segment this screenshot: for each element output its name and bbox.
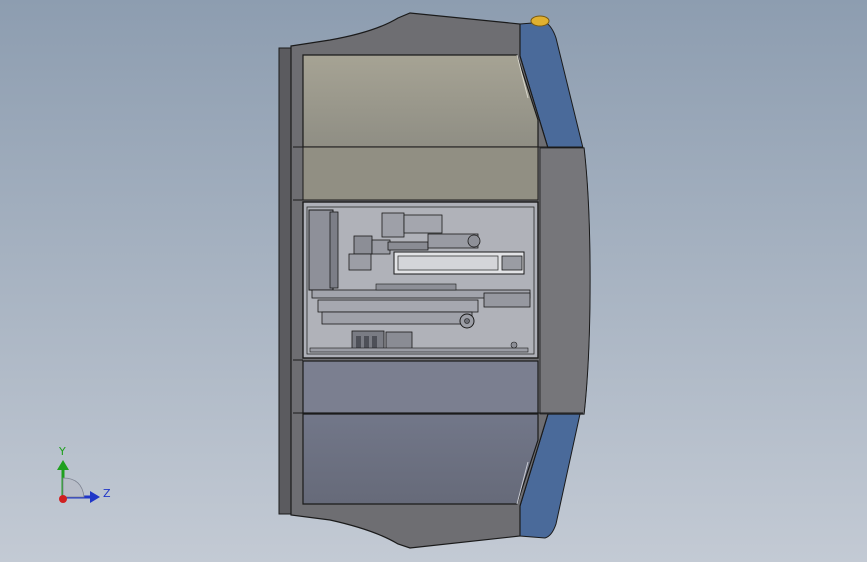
- component-c: [353, 235, 373, 255]
- model-view[interactable]: Y Z: [0, 0, 867, 562]
- z-axis-label: Z: [103, 487, 111, 500]
- component-a: [381, 212, 405, 238]
- bottom-window[interactable]: [302, 413, 539, 505]
- slot-bar-inner: [397, 255, 499, 271]
- connector-pin-2: [364, 336, 369, 348]
- mid-rail-teeth: [375, 283, 457, 291]
- top-window[interactable]: [302, 54, 539, 148]
- gear-a: [467, 234, 481, 248]
- lower-rail-2: [321, 311, 473, 325]
- component-d: [371, 239, 391, 255]
- component-b: [403, 214, 443, 234]
- connector-pin-1: [356, 336, 361, 348]
- base-plate: [309, 347, 529, 353]
- left-block-face: [329, 211, 339, 289]
- x-axis-dot: [59, 495, 67, 503]
- connector-pin-3: [372, 336, 377, 348]
- connector-block-2: [385, 331, 413, 351]
- shell-highlight: [539, 147, 591, 415]
- lower-panel[interactable]: [302, 360, 539, 414]
- yellow-knob[interactable]: [530, 15, 550, 27]
- mid-rail-block: [483, 292, 531, 308]
- wheel-hub: [464, 318, 470, 324]
- y-axis-label: Y: [58, 445, 66, 458]
- screw: [510, 341, 518, 349]
- lower-rail: [317, 299, 479, 313]
- top-window-lower: [302, 146, 539, 201]
- cad-viewport[interactable]: Y Z: [0, 0, 867, 562]
- component-g: [348, 253, 372, 271]
- component-e: [387, 241, 429, 251]
- left-block: [308, 209, 334, 291]
- slot-bar-end: [501, 255, 523, 271]
